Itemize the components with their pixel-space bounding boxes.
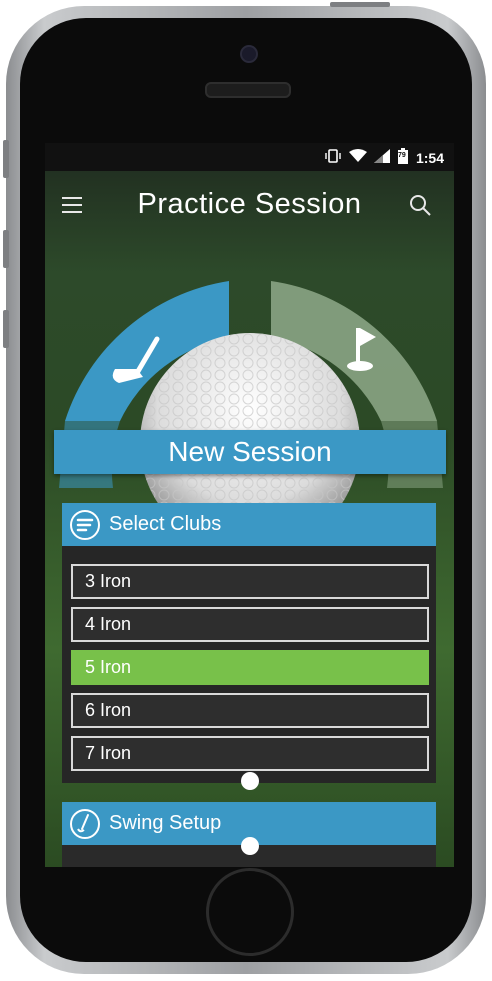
panel-resize-handle[interactable] bbox=[241, 772, 259, 790]
club-option-6-iron[interactable]: 6 Iron bbox=[71, 693, 429, 728]
select-clubs-label: Select Clubs bbox=[109, 513, 222, 535]
club-option-7-iron[interactable]: 7 Iron bbox=[71, 736, 429, 771]
app-bar: Practice Session bbox=[45, 171, 454, 241]
clubs-icon bbox=[70, 510, 100, 540]
status-time: 1:54 bbox=[415, 149, 444, 166]
status-bar: 79 1:54 bbox=[45, 143, 454, 171]
volume-up-button bbox=[3, 230, 9, 268]
vibrate-icon bbox=[324, 149, 342, 166]
battery-icon: 79 bbox=[397, 148, 409, 167]
club-option-5-iron[interactable]: 5 Iron bbox=[71, 650, 429, 685]
swing-icon bbox=[70, 809, 100, 839]
page-title: Practice Session bbox=[137, 188, 362, 220]
volume-down-button bbox=[3, 310, 9, 348]
search-icon[interactable] bbox=[408, 193, 432, 217]
club-list: 3 Iron 4 Iron 5 Iron 6 Iron 7 Iron bbox=[71, 564, 429, 779]
earpiece-speaker bbox=[205, 82, 291, 98]
app-screen: 79 1:54 Practice Session New Session Sel… bbox=[45, 143, 454, 867]
new-session-banner[interactable]: New Session bbox=[54, 430, 446, 474]
battery-level: 79 bbox=[397, 152, 406, 159]
swing-setup-label: Swing Setup bbox=[109, 812, 222, 834]
club-option-3-iron[interactable]: 3 Iron bbox=[71, 564, 429, 599]
home-button[interactable] bbox=[206, 868, 294, 956]
select-clubs-header[interactable]: Select Clubs bbox=[62, 503, 436, 546]
power-button bbox=[330, 2, 390, 7]
front-camera bbox=[240, 45, 258, 63]
swing-panel-handle[interactable] bbox=[241, 837, 259, 855]
club-option-4-iron[interactable]: 4 Iron bbox=[71, 607, 429, 642]
wifi-icon bbox=[348, 149, 367, 166]
signal-icon bbox=[373, 149, 390, 166]
mute-switch bbox=[3, 140, 9, 178]
